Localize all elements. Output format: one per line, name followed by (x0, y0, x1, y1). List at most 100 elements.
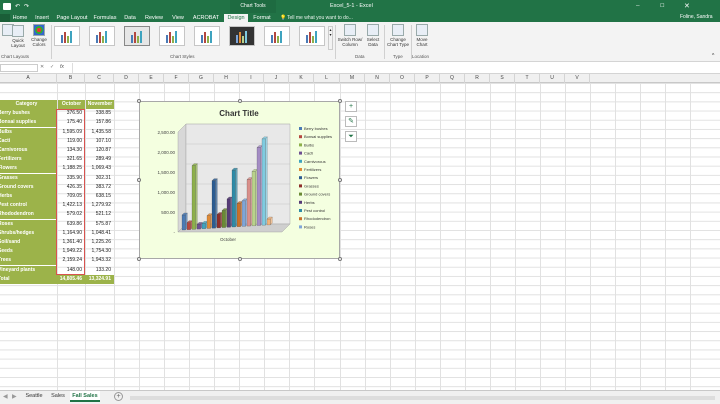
total-cell[interactable]: 13,324.91 (85, 274, 114, 284)
header-cell[interactable]: November (86, 100, 114, 109)
column-header[interactable]: V (565, 74, 590, 83)
close-icon[interactable]: ✕ (684, 2, 690, 10)
scroll-left-icon[interactable]: ◀ (3, 393, 8, 400)
value-cell[interactable]: 134.30 (57, 146, 85, 155)
tell-me-box[interactable]: Tell me what you want to do... (287, 15, 353, 21)
value-cell[interactable]: 638.15 (85, 192, 114, 201)
value-cell[interactable]: 1,422.13 (57, 201, 85, 210)
column-header[interactable]: O (390, 74, 415, 83)
value-cell[interactable]: 383.72 (85, 183, 114, 192)
value-cell[interactable]: 1,164.90 (57, 229, 85, 238)
value-cell[interactable]: 426.35 (57, 183, 85, 192)
file-tab[interactable] (0, 14, 10, 22)
value-cell[interactable]: 338.85 (85, 109, 114, 118)
value-cell[interactable]: 709.05 (57, 192, 85, 201)
column-header[interactable]: C (85, 74, 114, 83)
column-header[interactable]: A (0, 74, 57, 83)
column-header[interactable]: N (365, 74, 390, 83)
value-cell[interactable]: 289.49 (85, 155, 114, 164)
resize-handle[interactable] (338, 99, 342, 103)
category-cell[interactable]: Rhododendron (0, 210, 57, 220)
chart-style-6[interactable] (229, 26, 255, 46)
value-cell[interactable]: 335.90 (57, 174, 85, 183)
category-cell[interactable]: Carnivorous (0, 146, 57, 155)
resize-handle[interactable] (338, 257, 342, 261)
formula-input[interactable] (72, 63, 712, 73)
select-data-button[interactable]: Select Data (364, 24, 382, 47)
change-colors-button[interactable]: Change Colors (28, 24, 50, 47)
column-header[interactable]: I (239, 74, 264, 83)
value-cell[interactable]: 521.12 (85, 210, 114, 219)
value-cell[interactable]: 119.00 (57, 137, 85, 146)
resize-handle[interactable] (238, 257, 242, 261)
value-cell[interactable]: 1,225.26 (85, 238, 114, 247)
total-cell[interactable]: 14,805.46 (57, 274, 85, 284)
category-cell[interactable]: Berry bushes (0, 109, 57, 119)
category-cell[interactable]: Shrubs/hedges (0, 228, 57, 238)
value-cell[interactable]: 1,943.32 (85, 256, 114, 265)
value-cell[interactable]: 175.40 (57, 118, 85, 127)
category-cell[interactable]: Bonsai supplies (0, 118, 57, 128)
chart-style-7[interactable] (264, 26, 290, 46)
category-cell[interactable]: Cacti (0, 136, 57, 146)
column-header[interactable]: D (114, 74, 139, 83)
sheet-tab-sales[interactable]: Sales (48, 391, 68, 402)
save-icon[interactable] (3, 3, 11, 10)
value-cell[interactable]: 133.20 (85, 266, 114, 275)
category-cell[interactable]: Fertilizers (0, 155, 57, 165)
header-cell[interactable]: October (58, 100, 85, 109)
value-cell[interactable]: 1,069.43 (85, 164, 114, 173)
tab-view[interactable]: View (169, 14, 187, 22)
column-header[interactable]: F (164, 74, 189, 83)
value-cell[interactable]: 376.50 (57, 109, 85, 118)
resize-handle[interactable] (137, 178, 141, 182)
column-header[interactable]: L (314, 74, 340, 83)
resize-handle[interactable] (238, 99, 242, 103)
sheet-tab-seattle[interactable]: Seattle (22, 391, 46, 402)
column-header[interactable]: B (57, 74, 85, 83)
sheet-tab-fall-sales[interactable]: Fall Sales (70, 391, 100, 402)
category-cell[interactable]: Seeds (0, 247, 57, 257)
tab-insert[interactable]: Insert (32, 14, 52, 22)
value-cell[interactable]: 579.02 (57, 210, 85, 219)
value-cell[interactable]: 1,361.40 (57, 238, 85, 247)
value-cell[interactable]: 157.86 (85, 118, 114, 127)
value-cell[interactable]: 1,048.41 (85, 229, 114, 238)
minimize-icon[interactable]: ─ (636, 3, 640, 9)
styles-gallery-scroll[interactable]: ▴ ▾ (328, 26, 333, 50)
add-sheet-icon[interactable]: + (114, 392, 123, 401)
enter-icon[interactable]: ✓ (50, 64, 54, 70)
category-cell[interactable]: Trees (0, 256, 57, 266)
tab-acrobat[interactable]: ACROBAT (190, 14, 222, 22)
column-header[interactable]: M (340, 74, 365, 83)
resize-handle[interactable] (137, 99, 141, 103)
header-cell[interactable]: Category (0, 100, 57, 109)
redo-icon[interactable]: ↷ (24, 3, 29, 10)
chart-style-8[interactable] (299, 26, 325, 46)
value-cell[interactable]: 1,595.09 (57, 128, 85, 137)
move-chart-button[interactable]: Move Chart (413, 24, 431, 47)
tab-format[interactable]: Format (250, 14, 274, 22)
column-header[interactable]: P (415, 74, 440, 83)
category-cell[interactable]: Ground covers (0, 182, 57, 192)
category-cell[interactable]: Vineyard plants (0, 265, 57, 275)
quick-layout-button[interactable]: Quick Layout (9, 24, 27, 48)
chart-style-4[interactable] (159, 26, 185, 46)
resize-handle[interactable] (338, 178, 342, 182)
name-box[interactable] (0, 64, 38, 72)
resize-handle[interactable] (137, 257, 141, 261)
chart-style-3-selected[interactable] (124, 26, 150, 46)
scroll-right-icon[interactable]: ▶ (12, 393, 17, 400)
column-header[interactable]: E (139, 74, 164, 83)
column-header[interactable]: T (515, 74, 540, 83)
column-header[interactable]: G (189, 74, 214, 83)
cancel-icon[interactable]: ✕ (40, 64, 44, 70)
maximize-icon[interactable]: ☐ (660, 3, 664, 9)
category-cell[interactable]: Bulbs (0, 127, 57, 137)
value-cell[interactable]: 1,279.92 (85, 201, 114, 210)
value-cell[interactable]: 575.87 (85, 220, 114, 229)
value-cell[interactable]: 2,159.24 (57, 256, 85, 265)
tab-page-layout[interactable]: Page Layout (55, 14, 89, 22)
value-cell[interactable]: 1,188.25 (57, 164, 85, 173)
column-header[interactable]: R (465, 74, 490, 83)
